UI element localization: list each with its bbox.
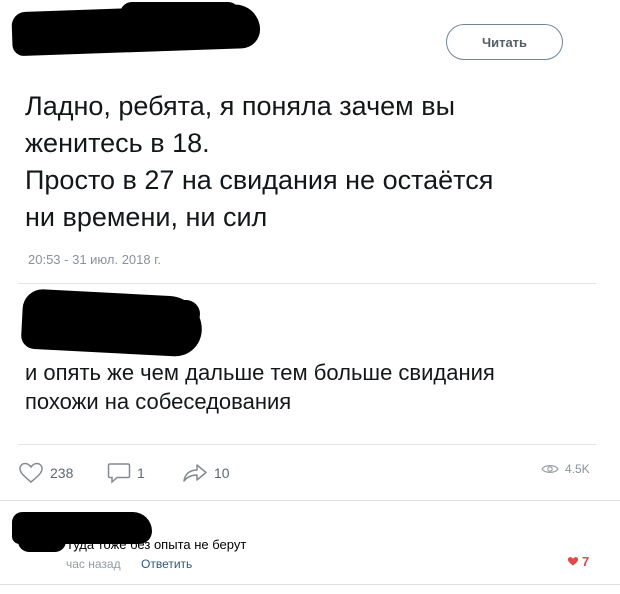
redacted-reply-username-extra xyxy=(60,300,200,328)
section-divider xyxy=(0,500,620,501)
comment-count: 1 xyxy=(137,465,145,481)
read-button[interactable]: Читать xyxy=(446,24,563,60)
tweet-text: Ладно, ребята, я поняла зачем вы женитес… xyxy=(25,91,494,232)
share-icon xyxy=(183,464,207,482)
comment-text: Туда тоже без опыта не берут xyxy=(66,537,247,552)
comment-time: час назад xyxy=(66,557,121,571)
comment-like-count: 7 xyxy=(582,554,590,569)
page: Читать Ладно, ребята, я поняла зачем вы … xyxy=(0,0,620,594)
heart-icon xyxy=(567,557,579,566)
share-button[interactable]: 10 xyxy=(182,462,230,484)
eye-icon xyxy=(541,465,559,473)
like-button[interactable]: 238 xyxy=(18,462,73,484)
tweet-timestamp: 20:53 - 31 июл. 2018 г. xyxy=(28,252,161,267)
reply-text: и опять же чем дальше тем больше свидани… xyxy=(25,360,495,414)
like-count: 238 xyxy=(50,465,74,481)
comment-icon xyxy=(107,463,131,484)
divider xyxy=(18,283,596,284)
comment-like-button[interactable]: 7 xyxy=(567,554,589,569)
comment-reply-link[interactable]: Ответить xyxy=(141,557,192,571)
comment-button[interactable]: 1 xyxy=(107,462,145,484)
redacted-commenter-avatar xyxy=(18,530,66,552)
section-divider xyxy=(0,584,620,585)
divider xyxy=(18,444,596,445)
share-count: 10 xyxy=(214,465,230,481)
views-count: 4.5K xyxy=(565,462,590,476)
views-counter: 4.5K xyxy=(541,462,590,476)
heart-icon xyxy=(19,462,43,483)
redacted-username-extra xyxy=(120,2,240,26)
